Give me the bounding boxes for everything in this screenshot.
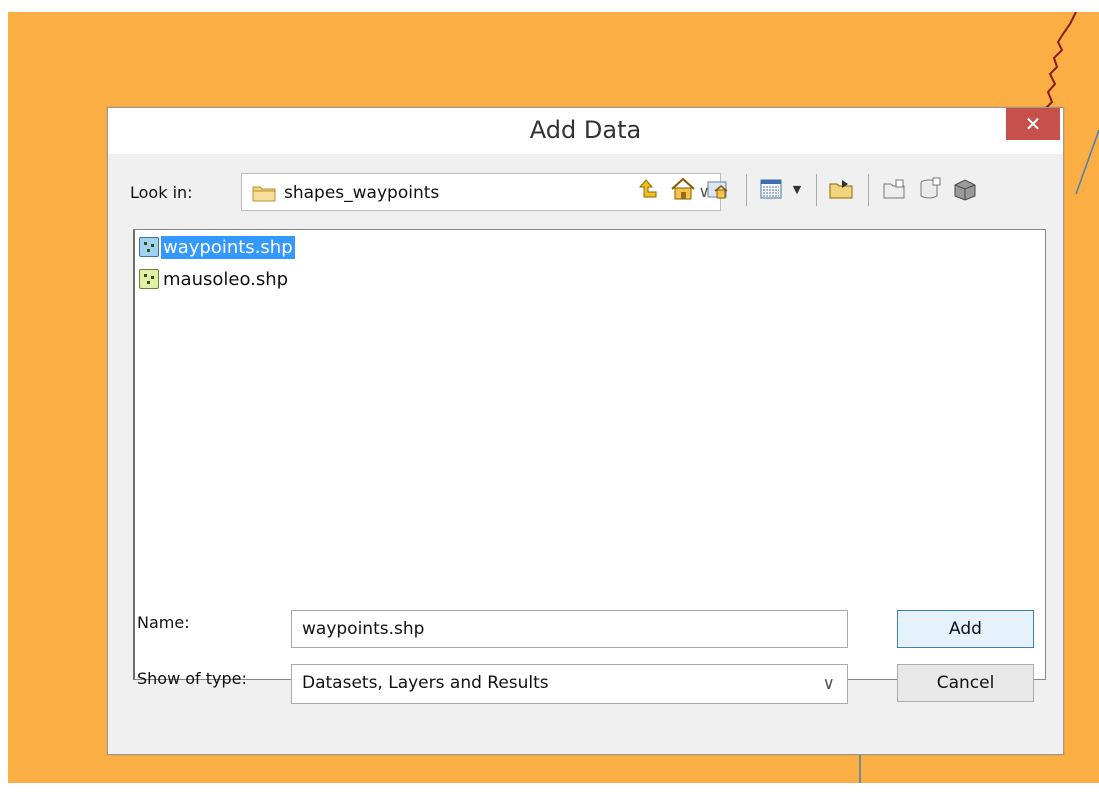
map-line-red bbox=[1045, 12, 1077, 109]
close-icon: ✕ bbox=[1024, 112, 1042, 136]
name-label: Name: bbox=[137, 613, 190, 632]
home-icon bbox=[671, 177, 695, 200]
new-folder-button[interactable] bbox=[878, 172, 910, 206]
toolbox-button[interactable] bbox=[948, 172, 982, 206]
view-dropdown-icon: ▼ bbox=[792, 182, 802, 196]
add-data-dialog: Add Data ✕ Look in: shapes_waypoints ∨ ▼… bbox=[107, 107, 1064, 755]
catalog-home-icon bbox=[707, 181, 728, 199]
title-bar[interactable]: Add Data ✕ bbox=[108, 108, 1063, 154]
new-folder-icon bbox=[883, 179, 905, 199]
toolbar-separator bbox=[816, 174, 817, 206]
point-shapefile-icon bbox=[139, 237, 159, 257]
show-of-type-label: Show of type: bbox=[137, 669, 247, 688]
home-button[interactable] bbox=[667, 172, 699, 206]
file-name: mausoleo.shp bbox=[163, 268, 289, 290]
toolbar-separator bbox=[746, 174, 747, 206]
connect-folder-button[interactable] bbox=[824, 172, 858, 206]
new-geodatabase-icon bbox=[920, 177, 941, 199]
point-shapefile-icon bbox=[139, 269, 159, 289]
new-geodatabase-button[interactable] bbox=[914, 172, 946, 206]
view-dropdown-button[interactable]: ▼ bbox=[788, 172, 806, 206]
file-name: waypoints.shp bbox=[161, 235, 295, 259]
toolbox-icon bbox=[954, 179, 976, 201]
catalog-home-button[interactable] bbox=[702, 172, 734, 206]
map-line-blue bbox=[1075, 129, 1099, 195]
toolbar-separator bbox=[868, 174, 869, 206]
folder-icon bbox=[252, 186, 276, 202]
show-of-type-dropdown[interactable]: Datasets, Layers and Results ∨ bbox=[291, 664, 848, 704]
chevron-down-icon: ∨ bbox=[822, 674, 835, 694]
list-item[interactable]: waypoints.shp bbox=[139, 233, 295, 261]
look-in-value: shapes_waypoints bbox=[284, 183, 440, 203]
list-item[interactable]: mausoleo.shp bbox=[139, 265, 290, 293]
show-of-type-value: Datasets, Layers and Results bbox=[302, 673, 549, 693]
close-button[interactable]: ✕ bbox=[1006, 108, 1060, 140]
view-list-icon bbox=[760, 179, 782, 199]
connect-folder-icon bbox=[829, 180, 853, 199]
view-list-button[interactable] bbox=[756, 172, 786, 206]
up-one-level-button[interactable] bbox=[633, 172, 663, 206]
name-input[interactable]: waypoints.shp bbox=[291, 610, 848, 648]
cancel-button[interactable]: Cancel bbox=[897, 664, 1034, 702]
dialog-title: Add Data bbox=[529, 116, 642, 144]
up-one-level-icon bbox=[638, 179, 657, 198]
add-button[interactable]: Add bbox=[897, 610, 1034, 648]
look-in-label: Look in: bbox=[130, 183, 193, 202]
